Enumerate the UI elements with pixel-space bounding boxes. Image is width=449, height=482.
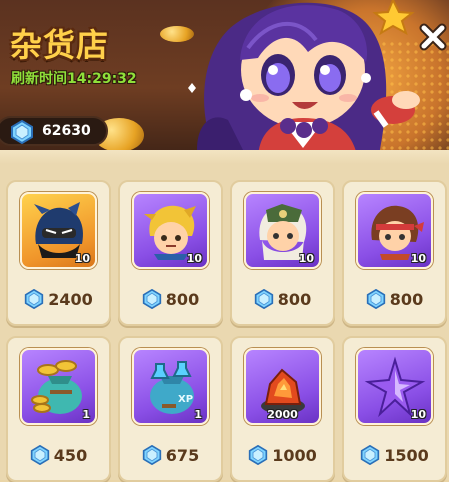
item-price: 800 xyxy=(165,289,200,309)
blue-gem-icon xyxy=(142,445,161,465)
item-price: 800 xyxy=(277,289,312,309)
shop-item-card[interactable]: 10 1500 xyxy=(342,336,447,482)
item-price: 1500 xyxy=(384,445,429,465)
shop-item-card[interactable]: 10 2400 xyxy=(6,180,111,326)
item-quantity: 1 xyxy=(194,408,202,421)
shop-item-card[interactable]: 1 450 xyxy=(6,336,111,482)
gold-coin-bag-icon xyxy=(31,360,82,414)
item-price: 675 xyxy=(165,445,200,465)
item-quantity: 1 xyxy=(82,408,90,421)
item-price: 1000 xyxy=(272,445,317,465)
blue-gem-icon xyxy=(142,289,161,309)
shop-item-card[interactable]: 10 800 xyxy=(230,180,335,326)
item-frame: XP 1 xyxy=(132,348,209,425)
item-frame: 10 xyxy=(132,192,209,269)
shop-banner: 杂货店 刷新时间14:29:32 62630 xyxy=(0,0,449,160)
buy-price-button[interactable]: 1500 xyxy=(344,438,445,472)
buy-price-button[interactable]: 800 xyxy=(120,282,221,316)
gem-balance-value: 62630 xyxy=(42,123,91,139)
item-frame: 2000 xyxy=(244,348,321,425)
blue-gem-icon xyxy=(30,445,49,465)
item-price: 800 xyxy=(389,289,424,309)
item-quantity: 10 xyxy=(298,252,314,265)
shop-item-card[interactable]: 10 800 xyxy=(118,180,223,326)
shopkeeper-character xyxy=(188,0,420,160)
item-quantity: 10 xyxy=(186,252,202,265)
buy-price-button[interactable]: 800 xyxy=(232,282,333,316)
refresh-timer: 刷新时间14:29:32 xyxy=(11,71,137,87)
shop-item-card[interactable]: 2000 1000 xyxy=(230,336,335,482)
item-frame: 1 xyxy=(20,348,97,425)
shop-title: 杂货店 xyxy=(10,26,110,64)
item-quantity: 10 xyxy=(74,252,90,265)
xp-potion-bag-icon: XP xyxy=(150,361,194,414)
buy-price-button[interactable]: 1000 xyxy=(232,438,333,472)
close-button[interactable] xyxy=(416,20,449,54)
svg-text:XP: XP xyxy=(178,394,193,405)
blue-gem-icon xyxy=(11,120,33,144)
blue-gem-icon xyxy=(25,289,44,309)
shop-item-card[interactable]: 10 800 xyxy=(342,180,447,326)
item-frame: 10 xyxy=(20,192,97,269)
item-frame: 10 xyxy=(356,348,433,425)
blue-gem-icon xyxy=(361,445,380,465)
buy-price-button[interactable]: 800 xyxy=(344,282,445,316)
close-icon xyxy=(419,23,447,51)
item-quantity: 2000 xyxy=(267,408,298,421)
blue-gem-icon xyxy=(249,445,268,465)
item-quantity: 10 xyxy=(410,408,426,421)
buy-price-button[interactable]: 450 xyxy=(8,438,109,472)
blue-gem-icon xyxy=(366,289,385,309)
buy-price-button[interactable]: 2400 xyxy=(8,282,109,316)
item-price: 2400 xyxy=(48,289,93,309)
item-frame: 10 xyxy=(356,192,433,269)
blue-gem-icon xyxy=(254,289,273,309)
item-frame: 10 xyxy=(244,192,321,269)
buy-price-button[interactable]: 675 xyxy=(120,438,221,472)
item-quantity: 10 xyxy=(410,252,426,265)
shop-item-card[interactable]: XP 1 675 xyxy=(118,336,223,482)
gem-balance: 62630 xyxy=(0,116,108,146)
item-price: 450 xyxy=(53,445,88,465)
